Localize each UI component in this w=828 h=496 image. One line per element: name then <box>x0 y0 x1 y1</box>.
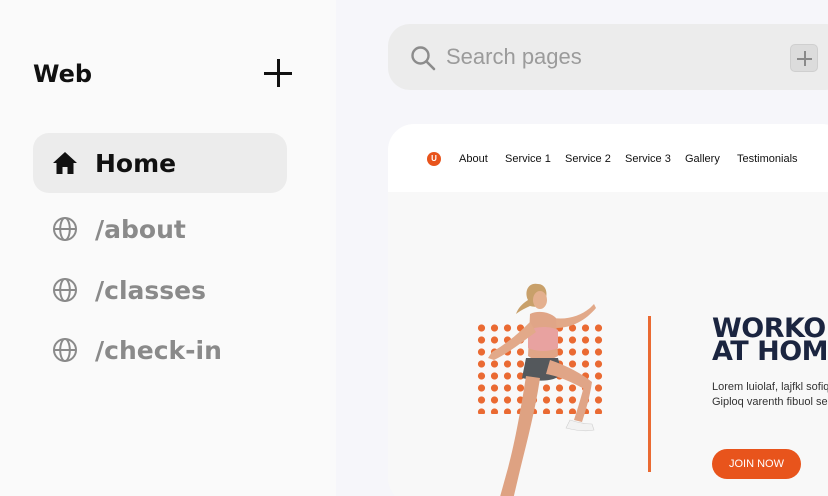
preview-nav-gallery[interactable]: Gallery <box>685 153 720 165</box>
sidebar: Web Home /about /classes /check-in <box>0 0 336 496</box>
preview-nav-about[interactable]: About <box>459 153 488 165</box>
home-icon <box>53 152 77 174</box>
sidebar-item-label: /classes <box>95 275 206 305</box>
globe-icon <box>53 217 77 241</box>
preview-navbar: U About Service 1 Service 2 Service 3 Ga… <box>388 124 828 192</box>
sidebar-item-label: Home <box>95 148 177 178</box>
page-preview[interactable]: U About Service 1 Service 2 Service 3 Ga… <box>388 124 828 496</box>
sidebar-item-about[interactable]: /about <box>33 199 287 259</box>
hero-divider <box>648 316 651 472</box>
runner-image <box>488 283 596 496</box>
preview-nav-testimonials[interactable]: Testimonials <box>737 153 798 165</box>
sidebar-item-home[interactable]: Home <box>33 133 287 193</box>
new-page-button[interactable] <box>790 44 818 72</box>
preview-nav-service-1[interactable]: Service 1 <box>505 153 551 165</box>
sidebar-title: Web <box>33 60 93 88</box>
search-icon <box>411 46 436 71</box>
sidebar-item-check-in[interactable]: /check-in <box>33 320 287 380</box>
sidebar-item-label: /check-in <box>95 335 222 365</box>
globe-icon <box>53 338 77 362</box>
preview-logo: U <box>427 152 441 166</box>
search-input[interactable] <box>446 38 776 76</box>
add-page-button[interactable] <box>263 58 293 88</box>
hero-text: Lorem luiolaf, lajfkl sofiqu Giploq vare… <box>712 381 828 408</box>
join-now-button[interactable]: JOIN NOW <box>712 449 801 479</box>
hero-title: WORKO AT HOM <box>712 313 828 367</box>
preview-nav-service-3[interactable]: Service 3 <box>625 153 671 165</box>
globe-icon <box>53 278 77 302</box>
sidebar-item-classes[interactable]: /classes <box>33 260 287 320</box>
search-bar <box>388 24 828 90</box>
preview-nav-service-2[interactable]: Service 2 <box>565 153 611 165</box>
preview-hero: WORKO AT HOM Lorem luiolaf, lajfkl sofiq… <box>388 192 828 496</box>
sidebar-item-label: /about <box>95 214 186 244</box>
main-area: U About Service 1 Service 2 Service 3 Ga… <box>336 0 828 496</box>
